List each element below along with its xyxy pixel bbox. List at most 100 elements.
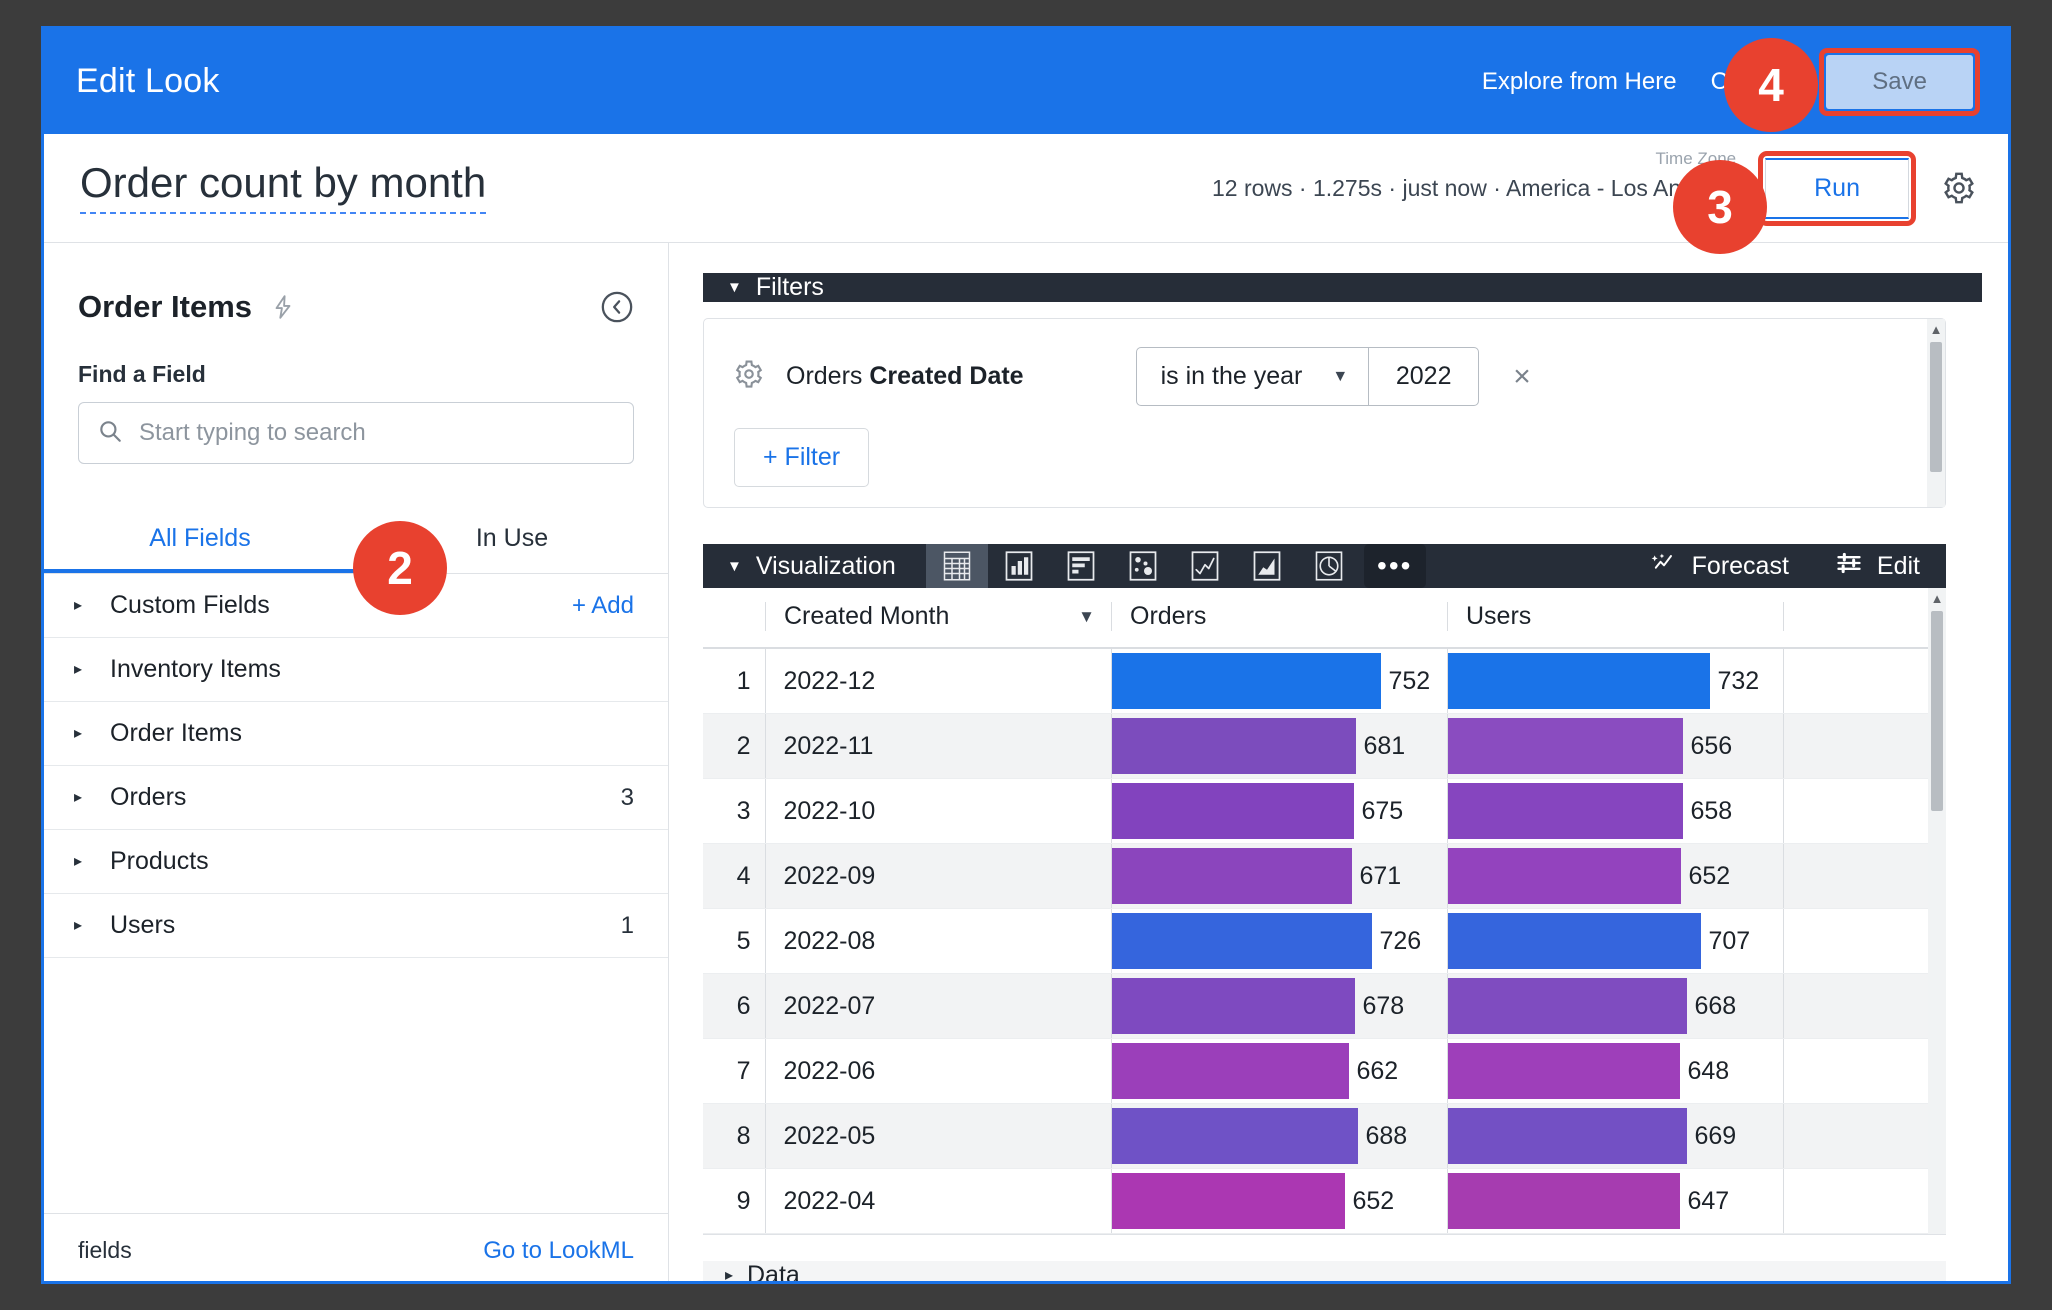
cell-created-month[interactable]: 2022-06 [764,1038,1111,1104]
cell-users[interactable]: 668 [1446,973,1783,1039]
row-number: 8 [703,1103,765,1169]
filters-section-header[interactable]: ▼ Filters [703,273,1982,302]
scatter-chart-icon[interactable] [1112,544,1174,588]
row-number: 6 [703,973,765,1039]
cell-orders[interactable]: 752 [1110,648,1447,714]
cell-created-month[interactable]: 2022-05 [764,1103,1111,1169]
table-row[interactable]: 7 2022-06 662 648 [703,1038,1946,1104]
row-number: 7 [703,1038,765,1104]
cell-users[interactable]: 648 [1446,1038,1783,1104]
cell-created-month[interactable]: 2022-12 [764,648,1111,714]
field-search-box[interactable] [78,402,634,464]
field-group-count: 1 [620,911,634,939]
chevron-down-icon: ▼ [727,557,742,575]
line-chart-icon[interactable] [1174,544,1236,588]
area-chart-icon[interactable] [1236,544,1298,588]
edit-visualization-button[interactable]: Edit [1835,549,1920,584]
pie-chart-icon[interactable] [1298,544,1360,588]
table-row[interactable]: 3 2022-10 675 658 [703,778,1946,844]
save-button[interactable]: Save [1826,54,1973,109]
field-group-products[interactable]: ▸ Products [44,830,668,894]
field-group-users[interactable]: ▸ Users 1 [44,894,668,958]
filters-header-label: Filters [755,273,824,301]
filter-field-dimension: Created Date [869,362,1024,390]
cell-users[interactable]: 647 [1446,1168,1783,1234]
results-scroll-thumb[interactable] [1931,611,1943,811]
cell-created-month[interactable]: 2022-07 [764,973,1111,1039]
field-group-inventory-items[interactable]: ▸ Inventory Items [44,638,668,702]
filter-value-input[interactable]: 2022 [1368,348,1478,405]
explore-from-here-button[interactable]: Explore from Here [1482,68,1677,96]
cell-created-month[interactable]: 2022-09 [764,843,1111,909]
column-header-created-month[interactable]: Created Month ▼ [765,588,1111,649]
row-number: 9 [703,1168,765,1234]
cell-orders[interactable]: 675 [1110,778,1447,844]
more-visualization-types-icon[interactable]: ••• [1363,544,1426,588]
field-group-order-items[interactable]: ▸ Order Items [44,702,668,766]
column-chart-icon[interactable] [988,544,1050,588]
run-button[interactable]: Run [1765,157,1909,219]
cell-orders[interactable]: 662 [1110,1038,1447,1104]
filters-scroll-thumb[interactable] [1930,342,1942,472]
scroll-up-arrow-icon[interactable]: ▲ [1930,319,1943,340]
data-section-header[interactable]: ▸ Data [703,1261,1946,1281]
chevron-right-icon: ▸ [74,852,83,870]
look-title[interactable]: Order count by month [80,162,487,214]
go-to-lookml-link[interactable]: Go to LookML [483,1237,634,1265]
field-group-orders[interactable]: ▸ Orders 3 [44,766,668,830]
cell-bar [1111,718,1356,774]
table-row[interactable]: 4 2022-09 671 652 [703,843,1946,909]
cell-orders[interactable]: 671 [1110,843,1447,909]
filter-condition-select[interactable]: is in the year ▼ [1137,348,1369,405]
scroll-up-arrow-icon[interactable]: ▲ [1931,588,1944,609]
cell-value: 726 [1379,926,1422,955]
cell-orders[interactable]: 726 [1110,908,1447,974]
column-header-label: Orders [1130,602,1207,630]
bar-chart-icon[interactable] [1050,544,1112,588]
collapse-sidebar-icon[interactable] [600,290,634,324]
chevron-down-icon[interactable]: ▼ [1078,607,1111,627]
table-chart-icon[interactable] [925,544,988,588]
cell-created-month[interactable]: 2022-04 [764,1168,1111,1234]
remove-filter-icon[interactable]: × [1501,360,1543,394]
table-row[interactable]: 8 2022-05 688 669 [703,1103,1946,1169]
lightning-bolt-icon [270,292,296,322]
visualization-header-label: Visualization [755,551,896,580]
query-settings-gear-icon[interactable] [1938,167,1980,209]
cell-users[interactable]: 652 [1446,843,1783,909]
visualization-section-header[interactable]: ▼ Visualization [703,552,926,581]
field-search-input[interactable] [139,419,615,447]
cell-created-month[interactable]: 2022-11 [764,713,1111,779]
add-filter-button[interactable]: + Filter [734,428,870,487]
cell-orders[interactable]: 678 [1110,973,1447,1039]
filters-scrollbar[interactable]: ▲ [1927,319,1945,507]
table-row[interactable]: 2 2022-11 681 656 [703,713,1946,779]
filter-row: Orders Created Date is in the year ▼ 202… [734,347,1915,406]
table-row[interactable]: 1 2022-12 752 732 [703,648,1946,714]
cell-spacer [1782,648,1946,714]
cell-orders[interactable]: 688 [1110,1103,1447,1169]
cell-users[interactable]: 669 [1446,1103,1783,1169]
column-header-orders[interactable]: Orders [1111,588,1447,649]
cell-created-month[interactable]: 2022-10 [764,778,1111,844]
table-row[interactable]: 6 2022-07 678 668 [703,973,1946,1039]
cell-orders[interactable]: 681 [1110,713,1447,779]
cell-orders[interactable]: 652 [1110,1168,1447,1234]
column-header-users[interactable]: Users [1447,588,1783,649]
filter-field-gear-icon[interactable] [734,359,764,394]
cell-users[interactable]: 658 [1446,778,1783,844]
tab-all-fields[interactable]: All Fields [44,506,356,573]
cell-users[interactable]: 732 [1446,648,1783,714]
forecast-button[interactable]: Forecast [1650,549,1789,584]
cell-value: 652 [1688,861,1731,890]
cell-created-month[interactable]: 2022-08 [764,908,1111,974]
add-custom-field-button[interactable]: + Add [572,592,634,620]
cell-value: 675 [1361,796,1404,825]
cell-users[interactable]: 656 [1446,713,1783,779]
page-title: Edit Look [76,62,220,100]
table-row[interactable]: 5 2022-08 726 707 [703,908,1946,974]
results-scrollbar[interactable]: ▲ [1928,588,1946,1234]
cell-users[interactable]: 707 [1446,908,1783,974]
table-row[interactable]: 9 2022-04 652 647 [703,1168,1946,1234]
cell-bar [1447,1173,1680,1229]
